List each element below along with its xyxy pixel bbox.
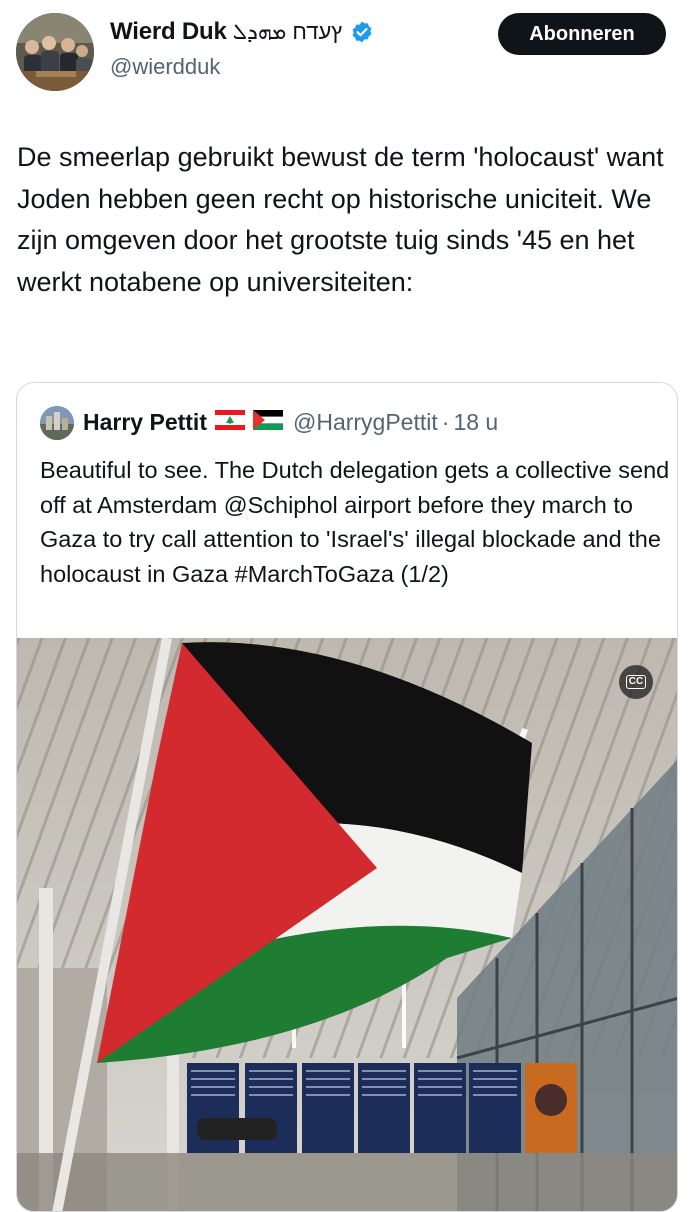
- author-display-name[interactable]: Wierd Duk: [110, 18, 227, 46]
- palestine-flag-icon: [252, 409, 283, 436]
- quote-timestamp[interactable]: 18 u: [453, 409, 498, 436]
- author-name-row[interactable]: Wierd Duk ץעדח ܡܗܕܠ: [110, 18, 374, 46]
- quote-author-name[interactable]: Harry Pettit: [83, 409, 207, 436]
- author-handle[interactable]: @wierdduk: [110, 54, 220, 80]
- separator-dot: ·: [441, 409, 450, 435]
- follow-button[interactable]: Abonneren: [498, 13, 666, 55]
- lebanon-flag-icon: [214, 409, 246, 436]
- quote-author-avatar[interactable]: [40, 406, 74, 440]
- avatar-photo: [16, 13, 94, 91]
- quoted-tweet-card[interactable]: Harry Pettit @HarrygPettit · 18 u Beauti…: [16, 382, 678, 1212]
- author-name-suffix: ץעדח ܡܗܕܠ: [232, 19, 343, 44]
- quote-name-row: Harry Pettit @HarrygPettit · 18 u: [83, 409, 498, 436]
- quote-author-handle[interactable]: @HarrygPettit: [293, 409, 438, 436]
- cc-icon: CC: [625, 675, 647, 689]
- video-player[interactable]: [17, 637, 677, 1211]
- tweet-text: De smeerlap gebruikt bewust de term 'hol…: [17, 142, 664, 297]
- quote-text: Beautiful to see. The Dutch delegation g…: [40, 457, 670, 587]
- video-frame: [17, 637, 677, 1211]
- closed-captions-button[interactable]: CC: [619, 665, 653, 699]
- author-avatar[interactable]: [16, 13, 94, 91]
- quote-avatar-photo: [40, 406, 74, 440]
- verified-badge-icon: [350, 20, 374, 44]
- tweet-header: Wierd Duk ץעדח ܡܗܕܠ @wierdduk Abonneren: [0, 0, 696, 100]
